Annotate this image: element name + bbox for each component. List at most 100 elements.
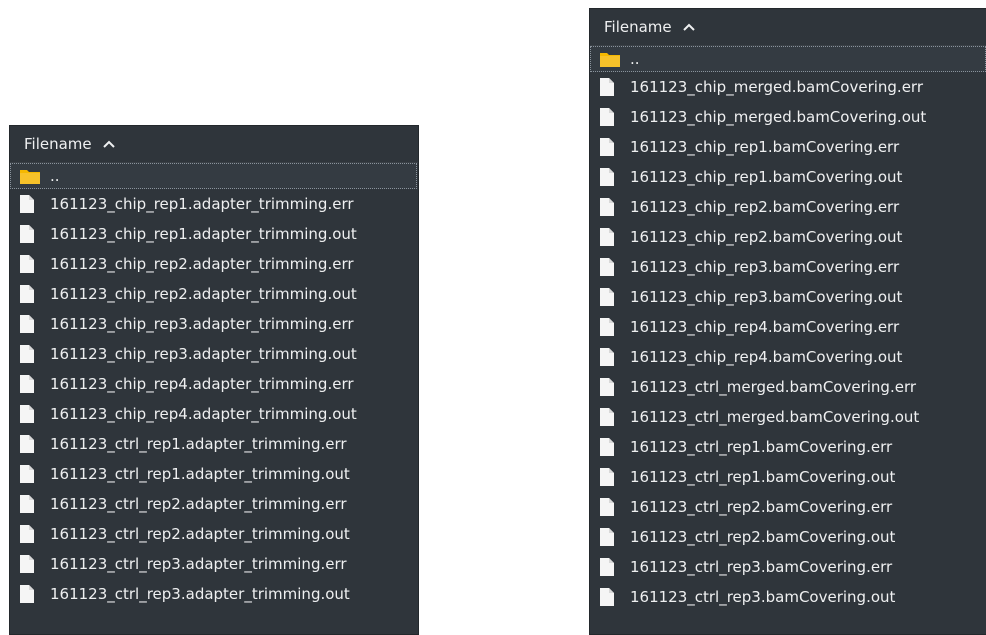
- file-row[interactable]: 161123_ctrl_merged.bamCovering.out: [590, 402, 986, 432]
- column-header-label: Filename: [604, 18, 672, 36]
- file-list: 161123_chip_rep1.adapter_trimming.err 161…: [10, 189, 418, 609]
- file-name-label: 161123_ctrl_merged.bamCovering.out: [630, 408, 920, 426]
- file-row[interactable]: 161123_chip_rep1.adapter_trimming.out: [10, 219, 418, 249]
- file-name-label: 161123_ctrl_rep1.bamCovering.err: [630, 438, 893, 456]
- file-name-label: 161123_chip_merged.bamCovering.out: [630, 108, 927, 126]
- file-row[interactable]: 161123_ctrl_rep2.adapter_trimming.out: [10, 519, 418, 549]
- file-row[interactable]: 161123_chip_rep4.adapter_trimming.err: [10, 369, 418, 399]
- file-name-label: 161123_chip_rep4.bamCovering.out: [630, 348, 903, 366]
- file-row[interactable]: 161123_ctrl_rep2.bamCovering.out: [590, 522, 986, 552]
- file-name-label: 161123_ctrl_rep1.adapter_trimming.out: [50, 465, 350, 483]
- file-name-label: 161123_ctrl_merged.bamCovering.err: [630, 378, 917, 396]
- file-row[interactable]: 161123_chip_rep2.bamCovering.out: [590, 222, 986, 252]
- file-icon: [20, 194, 44, 214]
- file-row[interactable]: 161123_chip_rep1.bamCovering.err: [590, 132, 986, 162]
- file-icon: [20, 554, 44, 574]
- file-icon: [20, 254, 44, 274]
- file-row[interactable]: 161123_ctrl_rep3.adapter_trimming.out: [10, 579, 418, 609]
- file-name-label: 161123_chip_rep1.adapter_trimming.out: [50, 225, 357, 243]
- filename-column-header[interactable]: Filename: [590, 9, 986, 46]
- parent-directory-row[interactable]: ..: [590, 46, 986, 72]
- chevron-up-icon: [102, 137, 116, 151]
- file-name-label: 161123_chip_rep2.adapter_trimming.out: [50, 285, 357, 303]
- file-row[interactable]: 161123_ctrl_rep2.bamCovering.err: [590, 492, 986, 522]
- file-row[interactable]: 161123_chip_rep4.bamCovering.out: [590, 342, 986, 372]
- file-icon: [600, 497, 624, 517]
- file-row[interactable]: 161123_ctrl_merged.bamCovering.err: [590, 372, 986, 402]
- column-header-label: Filename: [24, 135, 92, 153]
- file-icon: [600, 587, 624, 607]
- file-name-label: 161123_chip_rep4.adapter_trimming.err: [50, 375, 354, 393]
- file-icon: [20, 494, 44, 514]
- file-list: 161123_chip_merged.bamCovering.err 161123…: [590, 72, 986, 612]
- file-row[interactable]: 161123_ctrl_rep3.bamCovering.out: [590, 582, 986, 612]
- file-list-panel-left: Filename .. 161123_chip_rep1.adapter_tri…: [9, 125, 419, 635]
- file-name-label: 161123_chip_rep1.bamCovering.out: [630, 168, 903, 186]
- file-name-label: 161123_chip_rep3.adapter_trimming.err: [50, 315, 354, 333]
- file-icon: [600, 227, 624, 247]
- file-row[interactable]: 161123_ctrl_rep1.bamCovering.err: [590, 432, 986, 462]
- file-icon: [20, 524, 44, 544]
- file-name-label: 161123_ctrl_rep3.bamCovering.out: [630, 588, 896, 606]
- file-row[interactable]: 161123_ctrl_rep1.bamCovering.out: [590, 462, 986, 492]
- parent-directory-row[interactable]: ..: [10, 163, 417, 189]
- file-row[interactable]: 161123_ctrl_rep3.bamCovering.err: [590, 552, 986, 582]
- file-icon: [600, 77, 624, 97]
- file-icon: [600, 287, 624, 307]
- file-row[interactable]: 161123_chip_rep4.adapter_trimming.out: [10, 399, 418, 429]
- file-icon: [20, 344, 44, 364]
- file-name-label: 161123_chip_merged.bamCovering.err: [630, 78, 923, 96]
- file-icon: [20, 224, 44, 244]
- file-name-label: 161123_ctrl_rep3.adapter_trimming.err: [50, 555, 347, 573]
- file-row[interactable]: 161123_chip_rep3.adapter_trimming.out: [10, 339, 418, 369]
- file-name-label: 161123_ctrl_rep2.bamCovering.err: [630, 498, 893, 516]
- file-row[interactable]: 161123_chip_rep1.adapter_trimming.err: [10, 189, 418, 219]
- file-row[interactable]: 161123_chip_rep2.adapter_trimming.out: [10, 279, 418, 309]
- chevron-up-icon: [682, 20, 696, 34]
- file-icon: [20, 404, 44, 424]
- file-name-label: 161123_chip_rep1.bamCovering.err: [630, 138, 900, 156]
- file-row[interactable]: 161123_ctrl_rep1.adapter_trimming.out: [10, 459, 418, 489]
- file-name-label: 161123_ctrl_rep1.bamCovering.out: [630, 468, 896, 486]
- file-name-label: 161123_chip_rep2.bamCovering.err: [630, 198, 900, 216]
- file-name-label: 161123_chip_rep4.bamCovering.err: [630, 318, 900, 336]
- file-name-label: 161123_ctrl_rep1.adapter_trimming.err: [50, 435, 347, 453]
- file-row[interactable]: 161123_chip_rep3.adapter_trimming.err: [10, 309, 418, 339]
- file-icon: [600, 167, 624, 187]
- file-row[interactable]: 161123_ctrl_rep3.adapter_trimming.err: [10, 549, 418, 579]
- file-row[interactable]: 161123_ctrl_rep1.adapter_trimming.err: [10, 429, 418, 459]
- file-icon: [600, 407, 624, 427]
- file-row[interactable]: 161123_chip_rep3.bamCovering.out: [590, 282, 986, 312]
- file-icon: [600, 347, 624, 367]
- file-icon: [20, 464, 44, 484]
- file-icon: [600, 527, 624, 547]
- file-name-label: 161123_chip_rep3.bamCovering.out: [630, 288, 903, 306]
- file-icon: [600, 467, 624, 487]
- folder-icon: [600, 49, 624, 69]
- file-icon: [20, 374, 44, 394]
- file-name-label: 161123_ctrl_rep2.bamCovering.out: [630, 528, 896, 546]
- file-name-label: 161123_chip_rep2.bamCovering.out: [630, 228, 903, 246]
- file-row[interactable]: 161123_chip_rep3.bamCovering.err: [590, 252, 986, 282]
- file-icon: [20, 584, 44, 604]
- file-icon: [20, 284, 44, 304]
- file-row[interactable]: 161123_ctrl_rep2.adapter_trimming.err: [10, 489, 418, 519]
- file-row[interactable]: 161123_chip_rep2.adapter_trimming.err: [10, 249, 418, 279]
- file-icon: [20, 314, 44, 334]
- file-name-label: 161123_ctrl_rep3.adapter_trimming.out: [50, 585, 350, 603]
- parent-directory-label: ..: [50, 167, 60, 185]
- file-row[interactable]: 161123_chip_rep2.bamCovering.err: [590, 192, 986, 222]
- file-icon: [600, 257, 624, 277]
- filename-column-header[interactable]: Filename: [10, 126, 418, 163]
- file-row[interactable]: 161123_chip_merged.bamCovering.err: [590, 72, 986, 102]
- file-icon: [600, 197, 624, 217]
- file-name-label: 161123_ctrl_rep2.adapter_trimming.err: [50, 495, 347, 513]
- file-name-label: 161123_ctrl_rep2.adapter_trimming.out: [50, 525, 350, 543]
- folder-icon: [20, 166, 44, 186]
- file-name-label: 161123_chip_rep3.adapter_trimming.out: [50, 345, 357, 363]
- file-row[interactable]: 161123_chip_merged.bamCovering.out: [590, 102, 986, 132]
- file-row[interactable]: 161123_chip_rep1.bamCovering.out: [590, 162, 986, 192]
- file-row[interactable]: 161123_chip_rep4.bamCovering.err: [590, 312, 986, 342]
- file-icon: [600, 107, 624, 127]
- file-icon: [600, 437, 624, 457]
